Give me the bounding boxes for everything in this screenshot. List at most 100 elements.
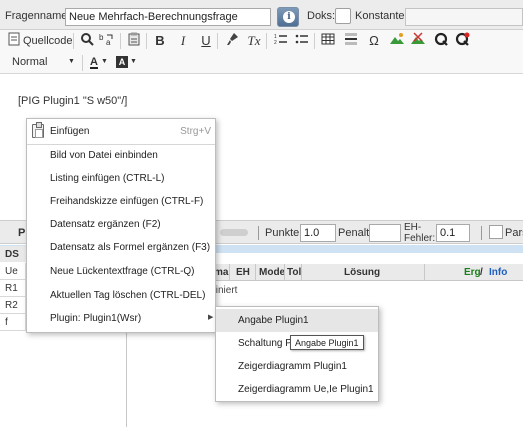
paste-icon: [32, 122, 44, 138]
penalt-input[interactable]: [369, 224, 401, 242]
find-icon[interactable]: [79, 32, 95, 50]
col-divider: [284, 264, 285, 281]
font-color-button[interactable]: A: [90, 55, 98, 69]
table-icon[interactable]: [320, 32, 336, 50]
slider-track[interactable]: [220, 229, 248, 236]
menu-item-label: Einfügen: [50, 126, 90, 137]
replace-icon[interactable]: ba: [99, 32, 115, 50]
col-header-eh: EH: [236, 267, 250, 278]
col-divider: [424, 264, 425, 281]
col-divider: [255, 264, 256, 281]
menu-item-label: Bild von Datei einbinden: [50, 150, 158, 161]
bold-button[interactable]: B: [152, 32, 168, 50]
svg-text:b: b: [99, 33, 104, 42]
col-divider: [301, 264, 302, 281]
numbered-list-icon[interactable]: 12: [273, 32, 289, 50]
context-menu: Einfügen Strg+V Bild von Datei einbinden…: [26, 118, 216, 333]
menu-item-add-dataset-formula[interactable]: Datensatz als Formel ergänzen (F3): [27, 236, 215, 258]
dataset-row[interactable]: R1: [0, 280, 26, 297]
menu-item-delete-tag[interactable]: Aktuellen Tag löschen (CTRL-DEL): [27, 284, 215, 306]
konstante-label: Konstante:: [355, 10, 408, 22]
format-select[interactable]: Normal: [12, 53, 47, 71]
submenu-item-zeigerdiagramm[interactable]: Zeigerdiagramm Plugin1: [216, 355, 378, 378]
menu-item-label: Freihandskizze einfügen (CTRL-F): [50, 196, 204, 207]
toolbar-divider: [266, 33, 267, 49]
menu-item-shortcut: Strg+V: [180, 126, 211, 137]
horizontal-line-icon[interactable]: [343, 32, 359, 50]
settings-divider: [481, 226, 482, 240]
question-name-input[interactable]: Neue Mehrfach-Berechnungsfrage: [65, 8, 271, 26]
italic-button[interactable]: I: [175, 32, 191, 50]
submenu-arrow-icon: ▶: [208, 314, 214, 321]
col-header-info: Info: [489, 267, 508, 278]
result-row-text: finiert: [213, 285, 238, 296]
format-brush-icon[interactable]: [224, 32, 240, 50]
col-header-slash: /: [480, 267, 483, 278]
menu-item-paste[interactable]: Einfügen Strg+V: [27, 120, 215, 142]
image-edit-icon[interactable]: [410, 32, 426, 50]
punkte-input[interactable]: 1.0: [300, 224, 336, 242]
tooltip: Angabe Plugin1: [290, 335, 364, 350]
submenu-item-label: Angabe Plugin1: [238, 315, 309, 326]
menu-item-new-cloze[interactable]: Neue Lückentextfrage (CTRL-Q): [27, 260, 215, 282]
underline-button[interactable]: U: [198, 32, 214, 50]
dataset-row[interactable]: f: [0, 314, 26, 331]
toolbar-divider: [314, 33, 315, 49]
menu-item-label: Aktuellen Tag löschen (CTRL-DEL): [50, 290, 206, 301]
col-header-mode: Mode: [259, 267, 286, 278]
bg-color-button[interactable]: A: [116, 56, 128, 68]
menu-item-plugin[interactable]: Plugin: Plugin1(Wsr) ▶: [27, 307, 215, 329]
submenu-item-label: Zeigerdiagramm Ue,Ie Plugin1: [238, 384, 374, 395]
info-icon: i: [283, 11, 295, 23]
q-icon[interactable]: [433, 32, 449, 50]
menu-item-insert-image-file[interactable]: Bild von Datei einbinden: [27, 144, 215, 166]
font-color-chevron-down-icon[interactable]: ▼: [101, 53, 108, 71]
konstante-input[interactable]: [405, 8, 523, 26]
bg-color-chevron-down-icon[interactable]: ▼: [130, 53, 137, 71]
clear-format-button[interactable]: Tx: [246, 32, 262, 50]
toolbar-divider: [73, 33, 74, 49]
submenu-item-label: Zeigerdiagramm Plugin1: [238, 361, 347, 372]
source-button[interactable]: Quellcode: [23, 32, 73, 50]
doks-checkbox[interactable]: [335, 8, 351, 24]
menu-item-label: Datensatz als Formel ergänzen (F3): [50, 242, 211, 253]
editor-content[interactable]: [PIG Plugin1 "S w50"/]: [18, 95, 127, 107]
menu-item-label: Neue Lückentextfrage (CTRL-Q): [50, 266, 195, 277]
editor-toolbar: Quellcode ba B I U Tx 12 Ω Normal ▼ A ▼ …: [0, 30, 523, 74]
pars-checkbox[interactable]: [489, 225, 503, 239]
special-char-button[interactable]: Ω: [366, 32, 382, 50]
toolbar-divider: [146, 33, 147, 49]
format-select-chevron-down-icon[interactable]: ▼: [68, 53, 75, 71]
question-bar: Fragenname: Neue Mehrfach-Berechnungsfra…: [0, 0, 523, 30]
menu-item-label: Plugin: Plugin1(Wsr): [50, 313, 142, 324]
col-header-ma: ma: [214, 267, 229, 278]
toolbar-divider: [120, 33, 121, 49]
plugin-submenu: Angabe Plugin1 Schaltung P Zeigerdiagram…: [215, 306, 379, 402]
bullet-list-icon[interactable]: [294, 32, 310, 50]
svg-text:2: 2: [274, 40, 277, 46]
eh-fehler-input[interactable]: 0.1: [436, 224, 470, 242]
col-header-loesung: Lösung: [344, 267, 381, 278]
submenu-item-zeigerdiagramm-ue-ie[interactable]: Zeigerdiagramm Ue,Ie Plugin1: [216, 378, 378, 401]
svg-text:a: a: [106, 38, 111, 46]
col-header-tol: Tol: [287, 267, 302, 278]
dataset-row[interactable]: R2: [0, 297, 26, 314]
menu-item-insert-listing[interactable]: Listing einfügen (CTRL-L): [27, 167, 215, 189]
paste-word-icon[interactable]: [126, 32, 142, 50]
col-header-erg: Erg: [464, 267, 481, 278]
source-icon[interactable]: [6, 32, 22, 50]
menu-item-label: Listing einfügen (CTRL-L): [50, 173, 165, 184]
toolbar-divider: [82, 55, 83, 71]
penalt-label: Penalt:: [338, 227, 373, 239]
image-icon[interactable]: [389, 32, 405, 50]
info-button[interactable]: i: [277, 7, 299, 27]
menu-item-label: Datensatz ergänzen (F2): [50, 219, 161, 230]
pars-label: Pars: [505, 227, 523, 239]
dataset-row[interactable]: Ue: [0, 263, 26, 280]
eh-fehler-label-2: Fehler:: [404, 233, 436, 244]
menu-item-add-dataset[interactable]: Datensatz ergänzen (F2): [27, 213, 215, 235]
menu-item-insert-sketch[interactable]: Freihandskizze einfügen (CTRL-F): [27, 190, 215, 212]
settings-divider: [258, 226, 259, 240]
submenu-item-angabe[interactable]: Angabe Plugin1: [216, 309, 378, 332]
q-plugin-icon[interactable]: [455, 32, 471, 50]
